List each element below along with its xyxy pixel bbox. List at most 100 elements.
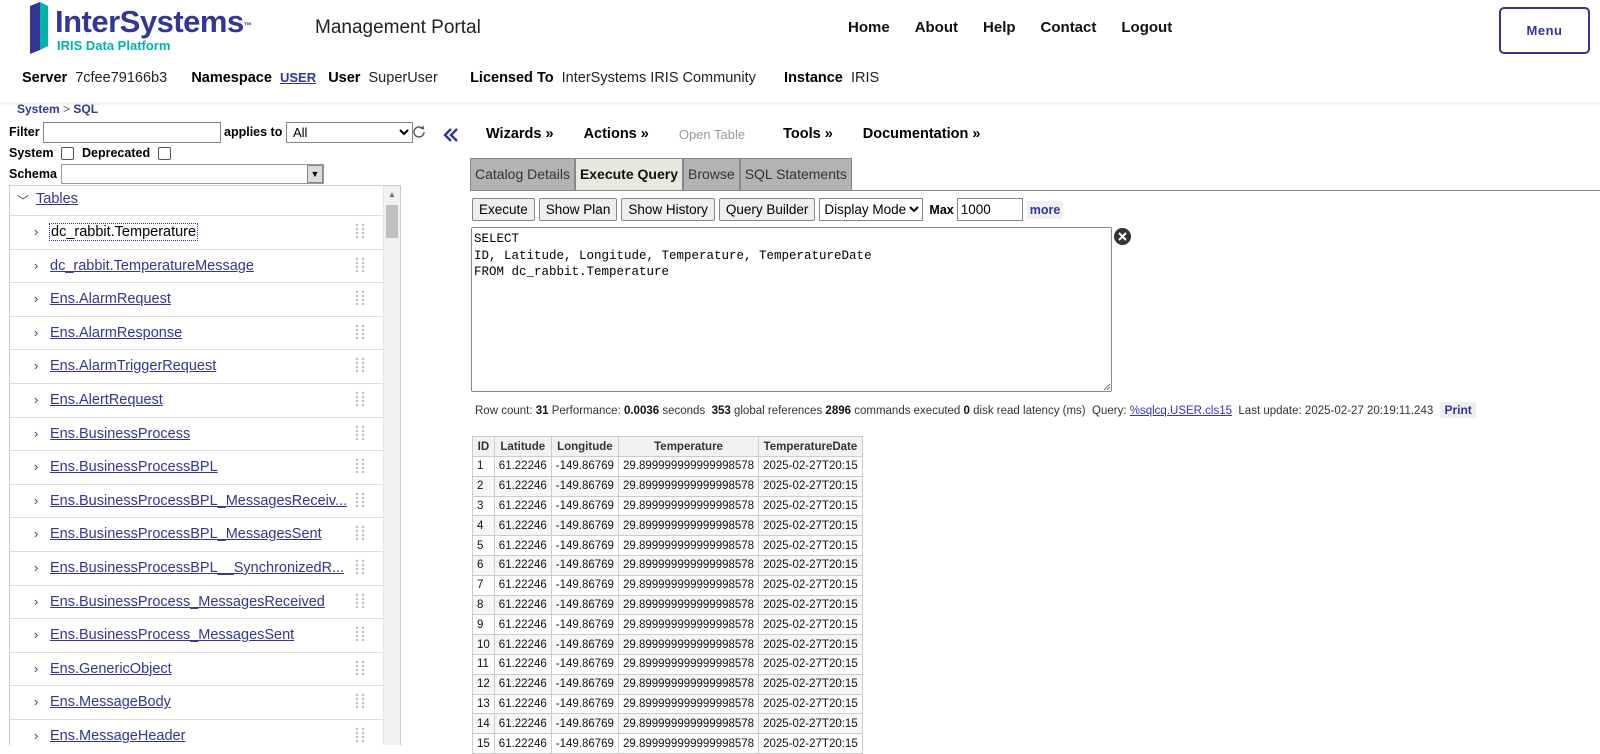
table-link[interactable]: Ens.AlarmResponse [50,325,182,341]
chevron-right-icon[interactable]: › [34,358,38,373]
tree-item[interactable]: › Ens.AlarmRequest [10,282,384,316]
tree-item[interactable]: › Ens.AlarmTriggerRequest [10,349,384,383]
chevron-right-icon[interactable]: › [34,560,38,575]
namespace-link[interactable]: USER [280,70,316,85]
table-link[interactable]: Ens.AlarmTriggerRequest [50,358,216,374]
print-button[interactable]: Print [1440,402,1476,418]
tree-item[interactable]: › Ens.MessageBody [10,685,384,719]
display-mode-select[interactable]: Display Mode [819,198,924,221]
tables-section-header[interactable]: ﹀ Tables [10,186,384,215]
drag-handle-icon[interactable] [354,559,366,575]
tree-item[interactable]: › Ens.MessageHeader [10,719,384,745]
table-link[interactable]: Ens.BusinessProcess_MessagesReceived [50,594,325,610]
table-link[interactable]: Ens.BusinessProcessBPL_MessagesReceiv... [50,493,347,509]
chevron-right-icon[interactable]: › [34,459,38,474]
drag-handle-icon[interactable] [354,525,366,541]
table-link[interactable]: dc_rabbit.Temperature [48,223,199,241]
drag-handle-icon[interactable] [354,593,366,609]
table-link[interactable]: Ens.BusinessProcess [50,426,190,442]
chevron-right-icon[interactable]: › [34,627,38,642]
system-checkbox[interactable] [61,147,74,160]
refresh-icon[interactable] [411,124,427,140]
tree-item[interactable]: › Ens.AlarmResponse [10,315,384,350]
schema-dropdown-arrow-icon[interactable]: ▼ [307,165,323,183]
tree-item[interactable]: › Ens.BusinessProcess_MessagesReceived [10,584,384,619]
scroll-up-icon[interactable]: ▲ [388,190,396,199]
deprecated-checkbox[interactable] [158,147,171,160]
drag-handle-icon[interactable] [354,626,366,642]
drag-handle-icon[interactable] [354,324,366,340]
table-link[interactable]: Ens.BusinessProcess_MessagesSent [50,627,294,643]
nav-about[interactable]: About [915,19,958,36]
tree-item[interactable]: › Ens.BusinessProcess [10,416,384,451]
show-history-button[interactable]: Show History [621,198,715,221]
tab-catalog-details[interactable]: Catalog Details [470,158,575,191]
actions-menu[interactable]: Actions » [584,126,649,142]
chevron-right-icon[interactable]: › [34,694,38,709]
drag-handle-icon[interactable] [354,357,366,373]
collapse-panel-icon[interactable] [443,127,459,143]
tree-item[interactable]: › dc_rabbit.TemperatureMessage [10,248,384,283]
clear-circle-icon[interactable] [1113,227,1132,246]
wizards-menu[interactable]: Wizards » [486,126,554,142]
tools-menu[interactable]: Tools » [783,126,833,142]
table-link[interactable]: Ens.BusinessProcessBPL__SynchronizedR... [50,560,344,576]
table-link[interactable]: Ens.AlertRequest [50,392,163,408]
nav-help[interactable]: Help [983,19,1016,36]
table-link[interactable]: Ens.MessageBody [50,694,171,710]
chevron-right-icon[interactable]: › [34,426,38,441]
table-link[interactable]: Ens.MessageHeader [50,728,185,744]
table-link[interactable]: Ens.BusinessProcessBPL_MessagesSent [50,526,322,542]
tree-item[interactable]: › Ens.BusinessProcess_MessagesSent [10,618,384,652]
tab-sql-statements[interactable]: SQL Statements [739,158,852,191]
tree-item[interactable]: › Ens.BusinessProcessBPL [10,450,384,484]
nav-home[interactable]: Home [848,19,890,36]
tree-item[interactable]: › Ens.GenericObject [10,651,384,686]
chevron-right-icon[interactable]: › [34,728,38,743]
filter-input[interactable] [43,122,221,143]
intersystems-logo[interactable]: InterSystems™ IRIS Data Platform [28,2,258,56]
chevron-right-icon[interactable]: › [34,661,38,676]
tab-browse[interactable]: Browse [683,158,740,191]
max-rows-input[interactable] [956,198,1023,221]
table-link[interactable]: dc_rabbit.TemperatureMessage [50,258,254,274]
tree-item[interactable]: › Ens.AlertRequest [10,383,384,417]
resize-handle-icon[interactable] [1101,381,1111,391]
chevron-right-icon[interactable]: › [34,392,38,407]
chevron-right-icon[interactable]: › [34,594,38,609]
nav-logout[interactable]: Logout [1121,19,1172,36]
drag-handle-icon[interactable] [354,391,366,407]
drag-handle-icon[interactable] [354,693,366,709]
chevron-right-icon[interactable]: › [34,224,38,239]
tree-item[interactable]: › Ens.BusinessProcessBPL_MessagesReceiv..… [10,483,384,518]
drag-handle-icon[interactable] [354,223,366,239]
chevron-right-icon[interactable]: › [34,325,38,340]
chevron-right-icon[interactable]: › [34,258,38,273]
show-plan-button[interactable]: Show Plan [538,198,618,221]
table-link[interactable]: Ens.GenericObject [50,661,172,677]
drag-handle-icon[interactable] [354,727,366,743]
applies-to-select[interactable]: All [286,122,413,143]
drag-handle-icon[interactable] [354,425,366,441]
drag-handle-icon[interactable] [354,458,366,474]
chevron-right-icon[interactable]: › [34,291,38,306]
schema-combobox[interactable] [61,164,324,184]
nav-contact[interactable]: Contact [1041,19,1097,36]
table-link[interactable]: Ens.BusinessProcessBPL [50,459,218,475]
table-link[interactable]: Ens.AlarmRequest [50,291,171,307]
menu-button[interactable]: Menu [1499,7,1590,54]
query-builder-button[interactable]: Query Builder [718,198,816,221]
drag-handle-icon[interactable] [354,492,366,508]
drag-handle-icon[interactable] [354,257,366,273]
scrollbar-thumb[interactable] [386,205,398,238]
chevron-right-icon[interactable]: › [34,493,38,508]
tree-item[interactable]: › dc_rabbit.Temperature [10,215,384,249]
query-class-link[interactable]: %sqlcq.USER.cls15 [1130,405,1232,417]
breadcrumb-system[interactable]: System [17,102,60,116]
chevron-right-icon[interactable]: › [34,526,38,541]
drag-handle-icon[interactable] [354,290,366,306]
documentation-menu[interactable]: Documentation » [863,126,981,142]
tree-scrollbar[interactable]: ▲ [383,186,400,745]
breadcrumb-sql[interactable]: SQL [73,102,98,116]
drag-handle-icon[interactable] [354,660,366,676]
